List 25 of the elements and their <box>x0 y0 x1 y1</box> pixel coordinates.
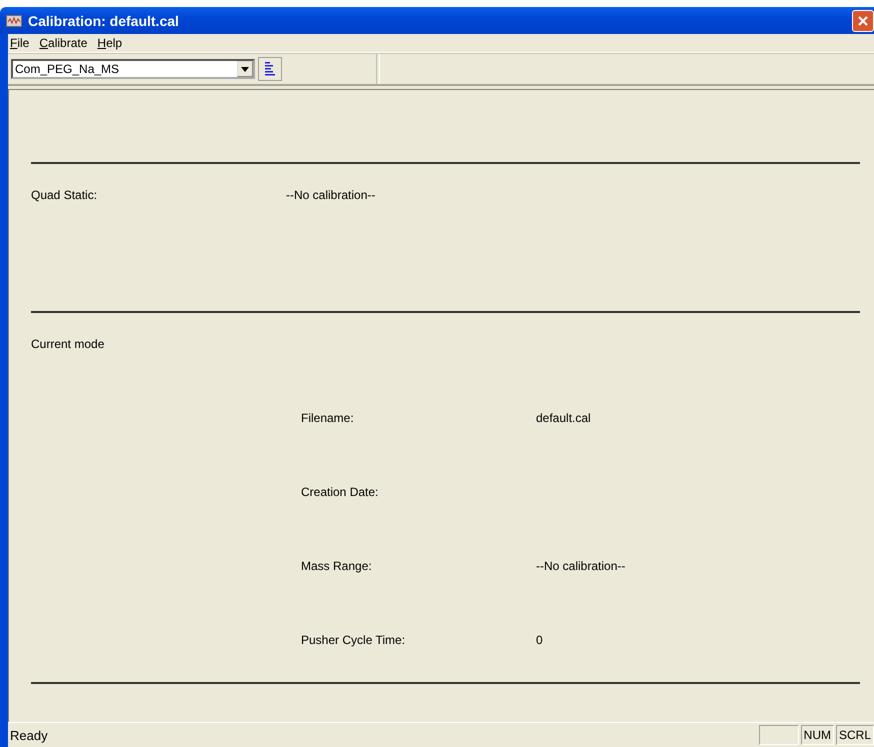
field-value: --No calibration-- <box>536 559 626 573</box>
section-label: Quad Static: <box>31 188 98 202</box>
status-indicator: SCRL <box>836 725 874 745</box>
status-pane <box>758 725 799 745</box>
close-icon <box>856 14 870 28</box>
field-label: Filename: <box>301 411 355 425</box>
field-value: 0 <box>536 633 543 647</box>
field-value: default.cal <box>536 411 591 425</box>
status-indicator: NUM <box>800 725 834 745</box>
section-value: --No calibration-- <box>286 188 376 202</box>
toolbar-button[interactable] <box>258 57 282 81</box>
combo-box[interactable]: Com_PEG_Na_MS <box>11 59 255 79</box>
list-icon <box>265 61 275 77</box>
field-label: Pusher Cycle Time: <box>301 633 406 647</box>
caret-icon <box>241 66 249 72</box>
menu-item[interactable]: Calibrate <box>39 36 88 50</box>
window-title: Calibration: default.cal <box>28 12 180 28</box>
section-label: Current mode <box>31 337 106 351</box>
menu-item[interactable]: Help <box>97 36 122 50</box>
field-label: Creation Date: <box>301 485 380 499</box>
status-text: Ready <box>9 728 49 742</box>
field-label: Mass Range: <box>301 559 373 573</box>
app-icon <box>6 14 22 26</box>
close-button[interactable] <box>852 10 874 32</box>
menu-item[interactable]: File <box>10 36 30 50</box>
